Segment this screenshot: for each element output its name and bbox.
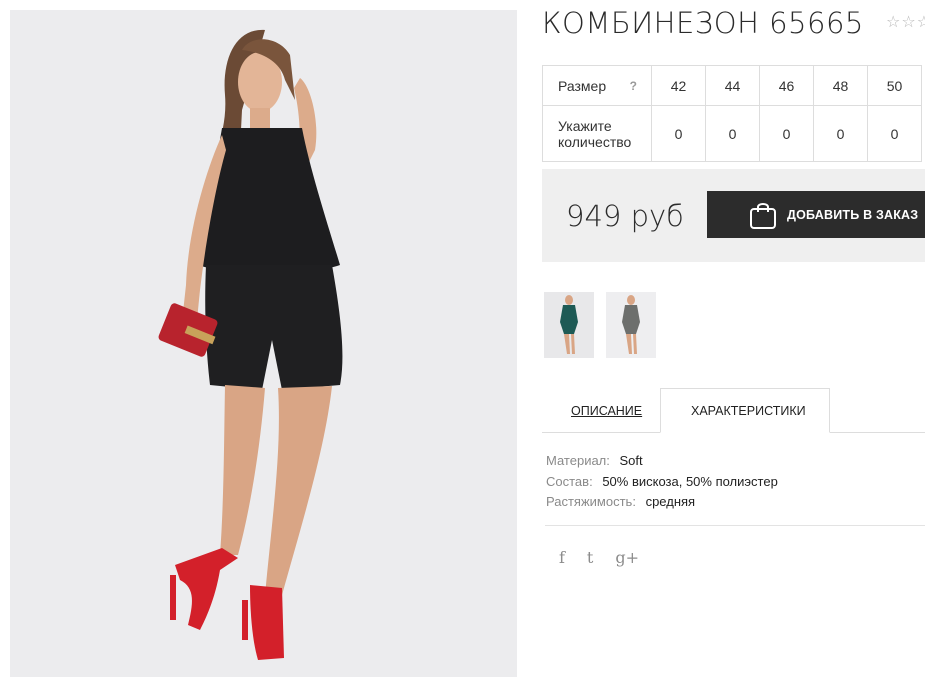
characteristic-key: Материал: bbox=[546, 453, 610, 468]
characteristic-value: 50% вискоза, 50% полиэстер bbox=[602, 473, 778, 489]
quantity-input-50[interactable]: 0 bbox=[867, 105, 922, 162]
size-cell: 46 bbox=[759, 65, 814, 106]
thumbnail-green[interactable] bbox=[544, 292, 594, 358]
product-price: 949 руб bbox=[566, 199, 684, 233]
tab-characteristics[interactable]: ХАРАКТЕРИСТИКИ bbox=[691, 404, 806, 418]
quantity-input-44[interactable]: 0 bbox=[705, 105, 760, 162]
size-cell: 50 bbox=[867, 65, 922, 106]
list-item: Состав: 50% вискоза, 50% полиэстер bbox=[546, 472, 778, 493]
rating-stars-icon[interactable]: ☆☆☆ bbox=[886, 12, 925, 32]
characteristic-value: Soft bbox=[619, 453, 643, 468]
quantity-input-42[interactable]: 0 bbox=[651, 105, 706, 162]
shopping-bag-icon bbox=[749, 200, 777, 230]
size-cell: 44 bbox=[705, 65, 760, 106]
size-quantity-table: Размер ? 42 44 46 48 50 Укажите количест… bbox=[542, 65, 922, 162]
product-main-photo[interactable] bbox=[10, 10, 517, 677]
quantity-label: Укажите количество bbox=[542, 105, 652, 162]
quantity-input-46[interactable]: 0 bbox=[759, 105, 814, 162]
twitter-icon[interactable]: t bbox=[587, 548, 593, 567]
list-item: Растяжимость: средняя bbox=[546, 492, 778, 513]
tab-description[interactable]: ОПИСАНИЕ bbox=[571, 404, 642, 418]
divider bbox=[545, 525, 925, 526]
characteristic-key: Растяжимость: bbox=[546, 494, 636, 509]
google-plus-icon[interactable]: g+ bbox=[615, 548, 639, 567]
social-share: f t g+ bbox=[559, 548, 661, 567]
characteristic-value: средняя bbox=[645, 494, 696, 509]
add-to-order-label: ДОБАВИТЬ В ЗАКАЗ bbox=[787, 207, 919, 222]
size-help-icon[interactable]: ? bbox=[630, 78, 637, 94]
characteristics-list: Материал: Soft Состав: 50% вискоза, 50% … bbox=[546, 451, 778, 513]
size-row: Размер ? 42 44 46 48 50 bbox=[542, 65, 922, 106]
size-label-cell: Размер ? bbox=[542, 65, 652, 106]
characteristic-key: Состав: bbox=[546, 473, 593, 489]
buy-box: 949 руб ДОБАВИТЬ В ЗАКАЗ bbox=[542, 169, 925, 262]
quantity-input-48[interactable]: 0 bbox=[813, 105, 868, 162]
quantity-row: Укажите количество 0 0 0 0 0 bbox=[542, 105, 922, 162]
size-label: Размер bbox=[558, 77, 607, 94]
size-cell: 42 bbox=[651, 65, 706, 106]
add-to-order-button[interactable]: ДОБАВИТЬ В ЗАКАЗ bbox=[707, 191, 925, 238]
list-item: Материал: Soft bbox=[546, 451, 778, 472]
product-title: КОМБИНЕЗОН 65665 bbox=[542, 6, 864, 40]
facebook-icon[interactable]: f bbox=[559, 548, 565, 567]
thumbnail-grey[interactable] bbox=[606, 292, 656, 358]
size-cell: 48 bbox=[813, 65, 868, 106]
